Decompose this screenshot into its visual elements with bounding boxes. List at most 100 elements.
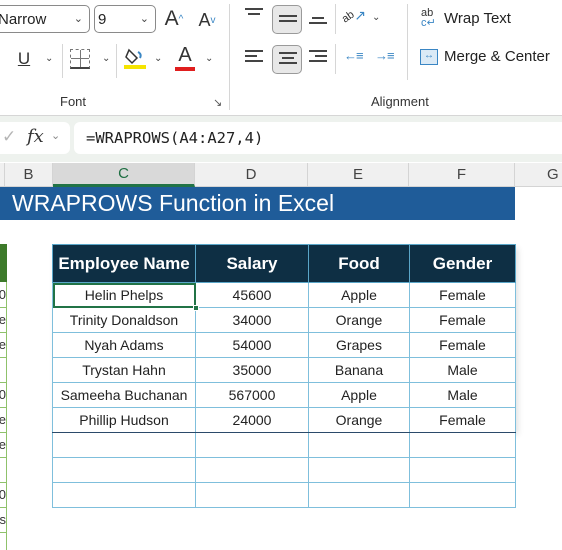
sheet-title-banner[interactable]: WRAPROWS Function in Excel	[0, 187, 515, 220]
cell-food[interactable]: Apple	[308, 282, 410, 308]
cell-salary[interactable]: 567000	[195, 382, 309, 408]
merge-center-label: Merge & Center	[444, 48, 550, 65]
align-right-button[interactable]	[309, 50, 327, 62]
borders-icon[interactable]	[70, 49, 90, 69]
cell-salary[interactable]: 34000	[195, 307, 309, 333]
cell-gender[interactable]: Female	[409, 407, 516, 433]
align-left-button[interactable]	[245, 50, 263, 62]
table-row: Helin Phelps 45600 Apple Female	[52, 282, 516, 311]
header-gender[interactable]: Gender	[409, 244, 516, 283]
empty-cell[interactable]	[52, 482, 196, 508]
bottom-align-button[interactable]	[309, 17, 327, 24]
column-header-c[interactable]: C	[53, 163, 195, 187]
increase-indent-button[interactable]: →≡	[375, 48, 395, 63]
alignment-group-label: Alignment	[371, 94, 429, 109]
cell-gender[interactable]: Female	[409, 332, 516, 358]
empty-cell[interactable]	[308, 457, 410, 483]
font-color-chevron-icon[interactable]: ⌄	[205, 53, 213, 64]
caret-up-icon: ^	[178, 13, 184, 25]
cell-employee-name[interactable]: Trystan Hahn	[52, 357, 196, 383]
empty-table-row	[52, 482, 516, 508]
cell-gender[interactable]: Male	[409, 357, 516, 383]
empty-cell[interactable]	[308, 482, 410, 508]
fill-color-chevron-icon[interactable]: ⌄	[154, 53, 162, 64]
column-header-e[interactable]: E	[308, 163, 409, 187]
employee-table: Employee Name Salary Food Gender Helin P…	[52, 244, 516, 508]
divider	[62, 44, 63, 78]
cell-salary[interactable]: 45600	[195, 282, 309, 308]
top-align-button[interactable]	[245, 8, 263, 15]
empty-cell[interactable]	[195, 457, 309, 483]
column-header-b[interactable]: B	[5, 163, 53, 187]
column-header-f[interactable]: F	[409, 163, 515, 187]
middle-align-icon	[279, 15, 297, 22]
font-dialog-launcher-icon[interactable]: ↘	[213, 96, 222, 109]
left-table-row-border	[0, 382, 7, 383]
empty-cell[interactable]	[52, 457, 196, 483]
orientation-chevron-icon[interactable]: ⌄	[372, 12, 380, 23]
insert-function-button[interactable]: fx	[27, 126, 44, 147]
cell-gender[interactable]: Female	[409, 282, 516, 308]
empty-cell[interactable]	[409, 457, 516, 483]
cell-gender[interactable]: Male	[409, 382, 516, 408]
enter-checkmark-icon[interactable]: ✓	[2, 127, 16, 147]
cell-salary[interactable]: 35000	[195, 357, 309, 383]
font-color-button[interactable]: A	[174, 44, 196, 71]
left-table-row-border	[0, 307, 7, 308]
table-row: Nyah Adams 54000 Grapes Female	[52, 332, 516, 358]
cell-food[interactable]: Apple	[308, 382, 410, 408]
middle-align-button[interactable]	[272, 5, 302, 34]
merge-center-button[interactable]: ↔ Merge & Center	[420, 48, 550, 65]
decrease-font-size-button[interactable]: Av	[196, 8, 218, 32]
empty-cell[interactable]	[195, 482, 309, 508]
top-align-icon	[245, 8, 263, 15]
wrap-text-label: Wrap Text	[444, 9, 511, 27]
left-table-cell-fragment: e	[0, 337, 6, 352]
cell-food[interactable]: Banana	[308, 357, 410, 383]
cell-employee-name[interactable]: Sameeha Buchanan	[52, 382, 196, 408]
cell-salary[interactable]: 54000	[195, 332, 309, 358]
cell-food[interactable]: Grapes	[308, 332, 410, 358]
align-center-button[interactable]	[272, 45, 302, 74]
chevron-down-icon: ⌄	[139, 13, 149, 25]
underline-chevron-icon[interactable]: ⌄	[45, 53, 53, 64]
wrap-text-button[interactable]: ab c↵ Wrap Text	[421, 8, 511, 29]
fill-handle[interactable]	[193, 305, 199, 311]
chevron-down-icon[interactable]: ⌄	[51, 129, 60, 142]
header-salary[interactable]: Salary	[195, 244, 309, 283]
empty-cell[interactable]	[52, 432, 196, 458]
font-size-value: 9	[98, 10, 107, 28]
empty-cell[interactable]	[308, 432, 410, 458]
left-table-row-border	[0, 482, 7, 483]
font-name-dropdown[interactable]: Narrow ⌄	[0, 5, 90, 33]
empty-cell[interactable]	[409, 432, 516, 458]
borders-chevron-icon[interactable]: ⌄	[102, 53, 110, 64]
formula-input[interactable]: =WRAPROWS(A4:A27,4)	[74, 122, 562, 154]
left-table-cell-fragment: e	[0, 312, 6, 327]
font-size-dropdown[interactable]: 9 ⌄	[94, 5, 156, 33]
header-food[interactable]: Food	[308, 244, 410, 283]
left-table-row-border	[0, 407, 7, 408]
left-table-cell-fragment: 0	[0, 287, 6, 302]
cell-employee-name[interactable]: Phillip Hudson	[52, 407, 196, 433]
decrease-indent-button[interactable]: ←≡	[344, 48, 364, 63]
cell-employee-name[interactable]: Trinity Donaldson	[52, 307, 196, 333]
empty-cell[interactable]	[409, 482, 516, 508]
font-group-label: Font	[60, 94, 87, 109]
cell-food[interactable]: Orange	[308, 307, 410, 333]
empty-cell[interactable]	[195, 432, 309, 458]
cell-employee-name[interactable]: Nyah Adams	[52, 332, 196, 358]
orientation-button[interactable]: ab↗	[340, 7, 366, 25]
sheet-title: WRAPROWS Function in Excel	[12, 190, 335, 216]
column-header-g[interactable]: G	[515, 163, 562, 187]
header-employee-name[interactable]: Employee Name	[52, 244, 196, 283]
underline-button[interactable]: U	[16, 48, 32, 70]
increase-font-size-button[interactable]: A ^	[162, 6, 186, 32]
cell-gender[interactable]: Female	[409, 307, 516, 333]
cell-salary[interactable]: 24000	[195, 407, 309, 433]
fill-color-button[interactable]	[124, 46, 146, 70]
cell-employee-name[interactable]: Helin Phelps	[52, 282, 199, 311]
left-table-cell-fragment: e	[0, 412, 6, 427]
cell-food[interactable]: Orange	[308, 407, 410, 433]
column-header-d[interactable]: D	[195, 163, 308, 187]
